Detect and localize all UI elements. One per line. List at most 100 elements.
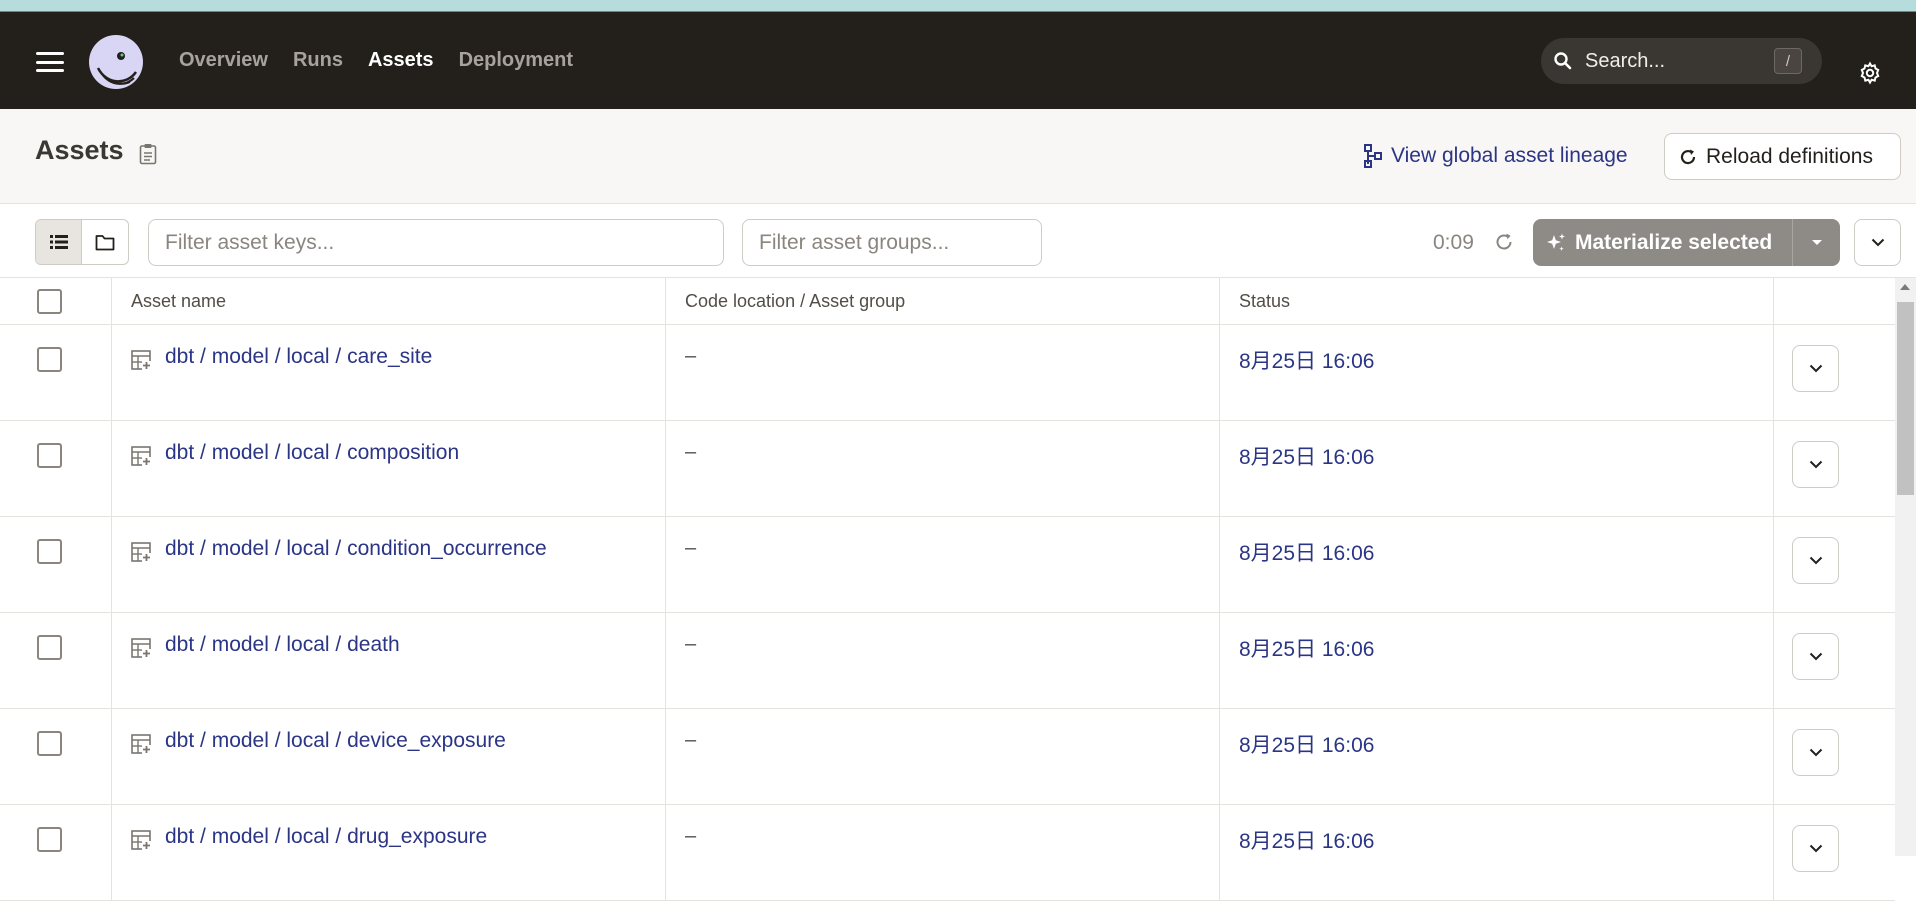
asset-name-cell: dbt / model / local / composition xyxy=(112,421,666,516)
row-actions-button[interactable] xyxy=(1792,729,1839,776)
row-actions-button[interactable] xyxy=(1792,537,1839,584)
clipboard-icon[interactable] xyxy=(139,143,157,165)
code-location-cell: – xyxy=(666,325,1220,420)
view-global-lineage-link[interactable]: View global asset lineage xyxy=(1364,144,1628,168)
asset-name-link[interactable]: dbt / model / local / drug_exposure xyxy=(165,825,487,849)
filter-asset-keys-input[interactable] xyxy=(148,219,724,266)
top-navbar: Overview Runs Assets Deployment Search..… xyxy=(0,12,1916,109)
code-location-cell: – xyxy=(666,421,1220,516)
folder-view-icon xyxy=(95,234,115,250)
row-checkbox[interactable] xyxy=(37,347,62,372)
nav-overview[interactable]: Overview xyxy=(179,49,268,72)
status-timestamp[interactable]: 8月25日 16:06 xyxy=(1220,517,1774,612)
column-header-asset-name[interactable]: Asset name xyxy=(112,278,666,324)
row-actions-cell xyxy=(1774,709,1895,804)
row-actions-button[interactable] xyxy=(1792,441,1839,488)
asset-name-link[interactable]: dbt / model / local / death xyxy=(165,633,400,657)
page-header: Assets View global asset lineage Reload … xyxy=(0,109,1916,204)
scroll-up-arrow[interactable] xyxy=(1900,284,1910,290)
materialize-main[interactable]: Materialize selected xyxy=(1533,219,1792,266)
code-location-cell: – xyxy=(666,613,1220,708)
asset-name-link[interactable]: dbt / model / local / composition xyxy=(165,441,459,465)
table-row: dbt / model / local / death – 8月25日 16:0… xyxy=(0,613,1895,709)
row-actions-button[interactable] xyxy=(1792,633,1839,680)
lineage-label: View global asset lineage xyxy=(1391,144,1628,167)
hamburger-menu-icon[interactable] xyxy=(36,52,64,72)
reload-definitions-button[interactable]: Reload definitions xyxy=(1664,133,1901,180)
refresh-icon[interactable] xyxy=(1494,232,1514,252)
row-checkbox[interactable] xyxy=(37,539,62,564)
folder-view-button[interactable] xyxy=(82,220,128,264)
table-asset-icon xyxy=(131,446,151,466)
table-row: dbt / model / local / condition_occurren… xyxy=(0,517,1895,613)
status-timestamp[interactable]: 8月25日 16:06 xyxy=(1220,709,1774,804)
column-header-status[interactable]: Status xyxy=(1220,278,1774,324)
nav-runs[interactable]: Runs xyxy=(293,49,343,72)
row-checkbox[interactable] xyxy=(37,635,62,660)
row-actions-cell xyxy=(1774,805,1895,900)
row-checkbox[interactable] xyxy=(37,731,62,756)
chevron-down-icon xyxy=(1809,652,1822,661)
table-asset-icon xyxy=(131,734,151,754)
list-view-icon xyxy=(49,235,68,249)
status-timestamp[interactable]: 8月25日 16:06 xyxy=(1220,421,1774,516)
lineage-icon xyxy=(1364,144,1382,168)
gear-icon[interactable] xyxy=(1858,61,1882,85)
asset-name-link[interactable]: dbt / model / local / condition_occurren… xyxy=(165,537,547,561)
search-shortcut-key: / xyxy=(1774,48,1802,74)
table-header: Asset name Code location / Asset group S… xyxy=(0,278,1895,325)
header-checkbox-cell xyxy=(0,278,112,324)
row-checkbox[interactable] xyxy=(37,827,62,852)
asset-toolbar: 0:09 Materialize selected xyxy=(0,204,1916,278)
view-toggle xyxy=(35,219,129,265)
asset-name-cell: dbt / model / local / device_exposure xyxy=(112,709,666,804)
chevron-down-icon xyxy=(1809,844,1822,853)
table-asset-icon xyxy=(131,638,151,658)
asset-name-cell: dbt / model / local / care_site xyxy=(112,325,666,420)
status-timestamp[interactable]: 8月25日 16:06 xyxy=(1220,805,1774,900)
table-asset-icon xyxy=(131,830,151,850)
more-actions-button[interactable] xyxy=(1854,219,1901,266)
page-title: Assets xyxy=(35,135,124,165)
select-all-checkbox[interactable] xyxy=(37,289,62,314)
nav-deployment[interactable]: Deployment xyxy=(459,49,573,72)
main-nav: Overview Runs Assets Deployment xyxy=(179,12,573,109)
table-asset-icon xyxy=(131,350,151,370)
asset-name-cell: dbt / model / local / drug_exposure xyxy=(112,805,666,900)
asset-name-link[interactable]: dbt / model / local / care_site xyxy=(165,345,432,369)
row-actions-cell xyxy=(1774,517,1895,612)
chevron-down-icon xyxy=(1809,364,1822,373)
materialize-label: Materialize selected xyxy=(1575,230,1773,254)
row-actions-button[interactable] xyxy=(1792,345,1839,392)
row-checkbox-cell xyxy=(0,325,112,420)
search-icon xyxy=(1541,51,1585,71)
refresh-timer: 0:09 xyxy=(1433,231,1474,254)
filter-asset-groups-input[interactable] xyxy=(742,219,1042,266)
row-actions-cell xyxy=(1774,613,1895,708)
vertical-scrollbar[interactable] xyxy=(1895,278,1916,856)
sparkle-icon xyxy=(1547,233,1565,251)
status-timestamp[interactable]: 8月25日 16:06 xyxy=(1220,613,1774,708)
assets-table: Asset name Code location / Asset group S… xyxy=(0,278,1895,901)
table-row: dbt / model / local / drug_exposure – 8月… xyxy=(0,805,1895,901)
row-actions-cell xyxy=(1774,325,1895,420)
search-input[interactable]: Search... / xyxy=(1541,38,1822,84)
row-checkbox-cell xyxy=(0,517,112,612)
row-checkbox-cell xyxy=(0,709,112,804)
status-timestamp[interactable]: 8月25日 16:06 xyxy=(1220,325,1774,420)
row-checkbox-cell xyxy=(0,421,112,516)
reload-label: Reload definitions xyxy=(1706,144,1873,168)
row-checkbox[interactable] xyxy=(37,443,62,468)
dagster-logo[interactable] xyxy=(88,34,144,90)
nav-assets[interactable]: Assets xyxy=(368,49,434,72)
materialize-selected-button[interactable]: Materialize selected xyxy=(1533,219,1840,266)
scrollbar-thumb[interactable] xyxy=(1897,302,1914,495)
asset-name-link[interactable]: dbt / model / local / device_exposure xyxy=(165,729,506,753)
row-checkbox-cell xyxy=(0,613,112,708)
column-header-code-location[interactable]: Code location / Asset group xyxy=(666,278,1220,324)
table-row: dbt / model / local / device_exposure – … xyxy=(0,709,1895,805)
list-view-button[interactable] xyxy=(36,220,83,264)
top-accent-strip xyxy=(0,0,1916,12)
materialize-dropdown-caret[interactable] xyxy=(1792,219,1840,266)
row-actions-button[interactable] xyxy=(1792,825,1839,872)
